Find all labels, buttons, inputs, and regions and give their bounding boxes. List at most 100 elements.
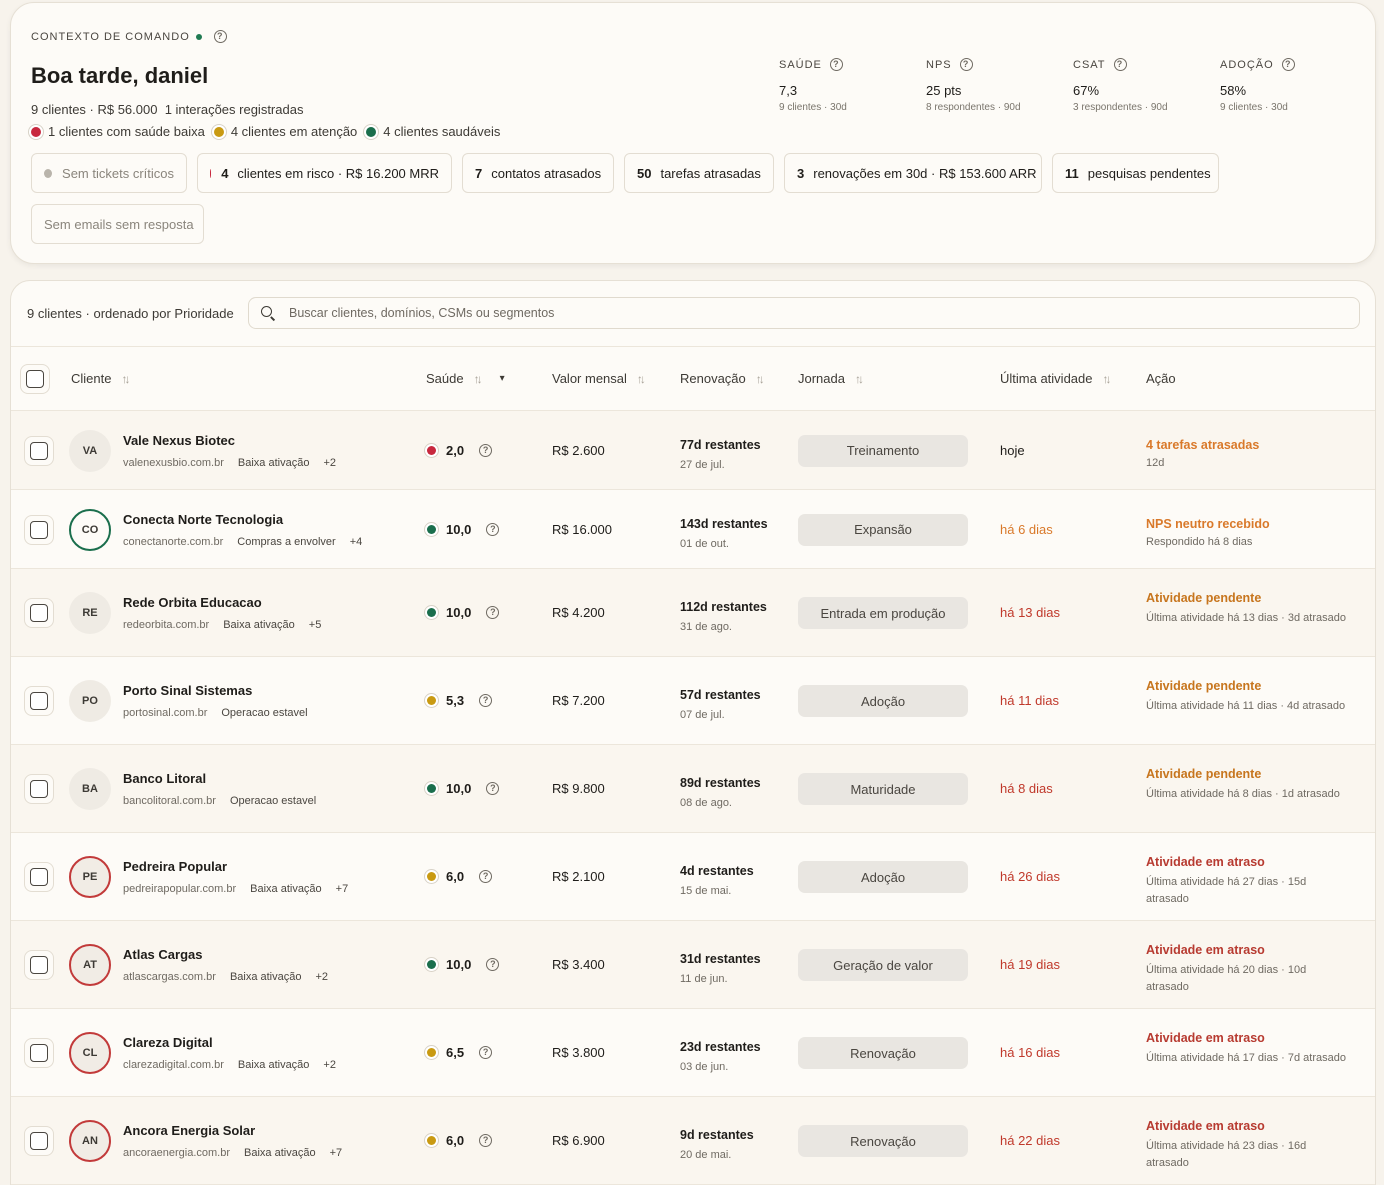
row-checkbox[interactable] xyxy=(24,435,54,466)
journey-stage-pill[interactable]: Renovação xyxy=(798,1037,968,1069)
help-icon[interactable]: ? xyxy=(959,58,973,71)
action-title[interactable]: Atividade em atraso xyxy=(1146,1119,1265,1133)
help-icon[interactable]: ? xyxy=(486,606,500,619)
row-checkbox[interactable] xyxy=(24,1038,54,1068)
help-icon[interactable]: ? xyxy=(479,1046,493,1059)
checkbox-box xyxy=(30,520,48,539)
client-extra-tags[interactable]: +2 xyxy=(323,457,336,469)
journey-stage-pill[interactable]: Treinamento xyxy=(798,434,968,467)
column-renewal[interactable]: Renovação ↑↓ xyxy=(680,371,765,386)
client-name[interactable]: Rede Orbita Educacao xyxy=(123,595,262,610)
sort-icon[interactable]: ↑↓ xyxy=(637,372,646,386)
help-icon[interactable]: ? xyxy=(479,694,493,707)
table-row[interactable]: BA Banco Litoral bancolitoral.com.br Ope… xyxy=(11,745,1375,833)
help-icon[interactable]: ? xyxy=(829,58,843,71)
search-bar[interactable] xyxy=(248,297,1360,329)
legend-low-health[interactable]: 1 clientes com saúde baixa xyxy=(48,124,205,139)
client-name[interactable]: Ancora Energia Solar xyxy=(123,1123,255,1138)
table-row[interactable]: PO Porto Sinal Sistemas portosinal.com.b… xyxy=(11,657,1375,745)
row-checkbox[interactable] xyxy=(24,686,54,716)
client-name[interactable]: Pedreira Popular xyxy=(123,859,227,874)
column-client[interactable]: Cliente ↑↓ xyxy=(71,371,130,386)
client-name[interactable]: Vale Nexus Biotec xyxy=(123,433,235,448)
journey-stage-pill[interactable]: Geração de valor xyxy=(798,949,968,981)
chip-label: renovações em 30d · R$ 153.600 ARR xyxy=(813,165,1037,181)
action-title[interactable]: Atividade em atraso xyxy=(1146,943,1265,957)
sort-icon[interactable]: ↑↓ xyxy=(855,372,864,386)
action-title[interactable]: Atividade pendente xyxy=(1146,679,1261,693)
help-icon[interactable]: ? xyxy=(213,30,227,43)
action-title[interactable]: Atividade em atraso xyxy=(1146,1031,1265,1045)
sort-icon[interactable]: ↑↓ xyxy=(474,372,483,386)
journey-stage-pill[interactable]: Maturidade xyxy=(798,773,968,805)
help-icon[interactable]: ? xyxy=(1281,58,1295,71)
column-label: Renovação xyxy=(680,371,746,386)
action-title[interactable]: 4 tarefas atrasadas xyxy=(1146,438,1259,452)
chip-upcoming-renewals[interactable]: 3 renovações em 30d · R$ 153.600 ARR xyxy=(784,153,1042,193)
row-checkbox[interactable] xyxy=(24,774,54,804)
client-extra-tags[interactable]: +7 xyxy=(330,1147,343,1159)
journey-stage-pill[interactable]: Adoção xyxy=(798,685,968,717)
help-icon[interactable]: ? xyxy=(486,522,500,536)
select-all-checkbox[interactable] xyxy=(20,364,50,394)
client-extra-tags[interactable]: +7 xyxy=(336,883,349,895)
renewal-date: 15 de mai. xyxy=(680,885,732,897)
client-extra-tags[interactable]: +2 xyxy=(323,1059,336,1071)
help-icon[interactable]: ? xyxy=(479,1134,493,1147)
journey-stage-pill[interactable]: Entrada em produção xyxy=(798,597,968,629)
help-icon[interactable]: ? xyxy=(479,443,493,457)
metric-sub: 8 respondentes · 90d xyxy=(926,102,1021,113)
journey-stage-pill[interactable]: Renovação xyxy=(798,1125,968,1157)
action-title[interactable]: Atividade pendente xyxy=(1146,591,1261,605)
table-row[interactable]: PE Pedreira Popular pedreirapopular.com.… xyxy=(11,833,1375,921)
chip-overdue-contacts[interactable]: 7 contatos atrasados xyxy=(462,153,614,193)
row-checkbox[interactable] xyxy=(24,514,54,545)
legend-healthy[interactable]: 4 clientes saudáveis xyxy=(383,124,500,139)
legend-attention[interactable]: 4 clientes em atenção xyxy=(231,124,357,139)
table-row[interactable]: AN Ancora Energia Solar ancoraenergia.co… xyxy=(11,1097,1375,1185)
client-domain: ancoraenergia.com.br xyxy=(123,1147,231,1159)
action-title[interactable]: NPS neutro recebido xyxy=(1146,517,1270,531)
table-row[interactable]: CL Clareza Digital clarezadigital.com.br… xyxy=(11,1009,1375,1097)
row-checkbox[interactable] xyxy=(24,950,54,980)
renewal-date: 20 de mai. xyxy=(680,1149,732,1161)
client-extra-tags[interactable]: +5 xyxy=(309,619,322,631)
table-row[interactable]: CO Conecta Norte Tecnologia conectanorte… xyxy=(11,490,1375,569)
chip-dot xyxy=(44,168,53,178)
row-checkbox[interactable] xyxy=(24,1126,54,1156)
chip-overdue-tasks[interactable]: 50 tarefas atrasadas xyxy=(624,153,774,193)
row-checkbox[interactable] xyxy=(24,862,54,892)
chip-critical-tickets[interactable]: Sem tickets críticos xyxy=(31,153,187,193)
action-title[interactable]: Atividade em atraso xyxy=(1146,855,1265,869)
help-icon[interactable]: ? xyxy=(479,870,493,883)
table-row[interactable]: AT Atlas Cargas atlascargas.com.br Baixa… xyxy=(11,921,1375,1009)
help-icon[interactable]: ? xyxy=(1113,58,1127,71)
chip-clients-at-risk[interactable]: 4 clientes em risco · R$ 16.200 MRR xyxy=(197,153,452,193)
client-name[interactable]: Porto Sinal Sistemas xyxy=(123,683,252,698)
client-extra-tags[interactable]: +2 xyxy=(315,971,328,983)
column-last-activity[interactable]: Última atividade ↑↓ xyxy=(1000,371,1112,386)
client-name[interactable]: Atlas Cargas xyxy=(123,947,202,962)
journey-stage-pill[interactable]: Expansão xyxy=(798,513,968,546)
sort-icon[interactable]: ↑↓ xyxy=(1103,372,1112,386)
client-name[interactable]: Conecta Norte Tecnologia xyxy=(123,512,283,527)
chip-pending-surveys[interactable]: 11 pesquisas pendentes xyxy=(1052,153,1219,193)
table-row[interactable]: VA Vale Nexus Biotec valenexusbio.com.br… xyxy=(11,411,1375,490)
search-input[interactable] xyxy=(289,306,1189,320)
sort-icon[interactable]: ↑↓ xyxy=(121,372,130,386)
chevron-down-icon[interactable]: ▾ xyxy=(500,373,505,384)
journey-stage-pill[interactable]: Adoção xyxy=(798,861,968,893)
help-icon[interactable]: ? xyxy=(486,958,500,971)
chip-unanswered-emails[interactable]: Sem emails sem resposta xyxy=(31,204,204,244)
column-journey[interactable]: Jornada ↑↓ xyxy=(798,371,864,386)
column-mrr[interactable]: Valor mensal ↑↓ xyxy=(552,371,646,386)
client-extra-tags[interactable]: +4 xyxy=(350,536,363,548)
client-name[interactable]: Banco Litoral xyxy=(123,771,206,786)
table-row[interactable]: RE Rede Orbita Educacao redeorbita.com.b… xyxy=(11,569,1375,657)
action-title[interactable]: Atividade pendente xyxy=(1146,767,1261,781)
column-health[interactable]: Saúde ↑↓ ▾ xyxy=(426,371,505,386)
sort-icon[interactable]: ↑↓ xyxy=(756,372,765,386)
client-name[interactable]: Clareza Digital xyxy=(123,1035,213,1050)
help-icon[interactable]: ? xyxy=(486,782,500,795)
row-checkbox[interactable] xyxy=(24,598,54,628)
